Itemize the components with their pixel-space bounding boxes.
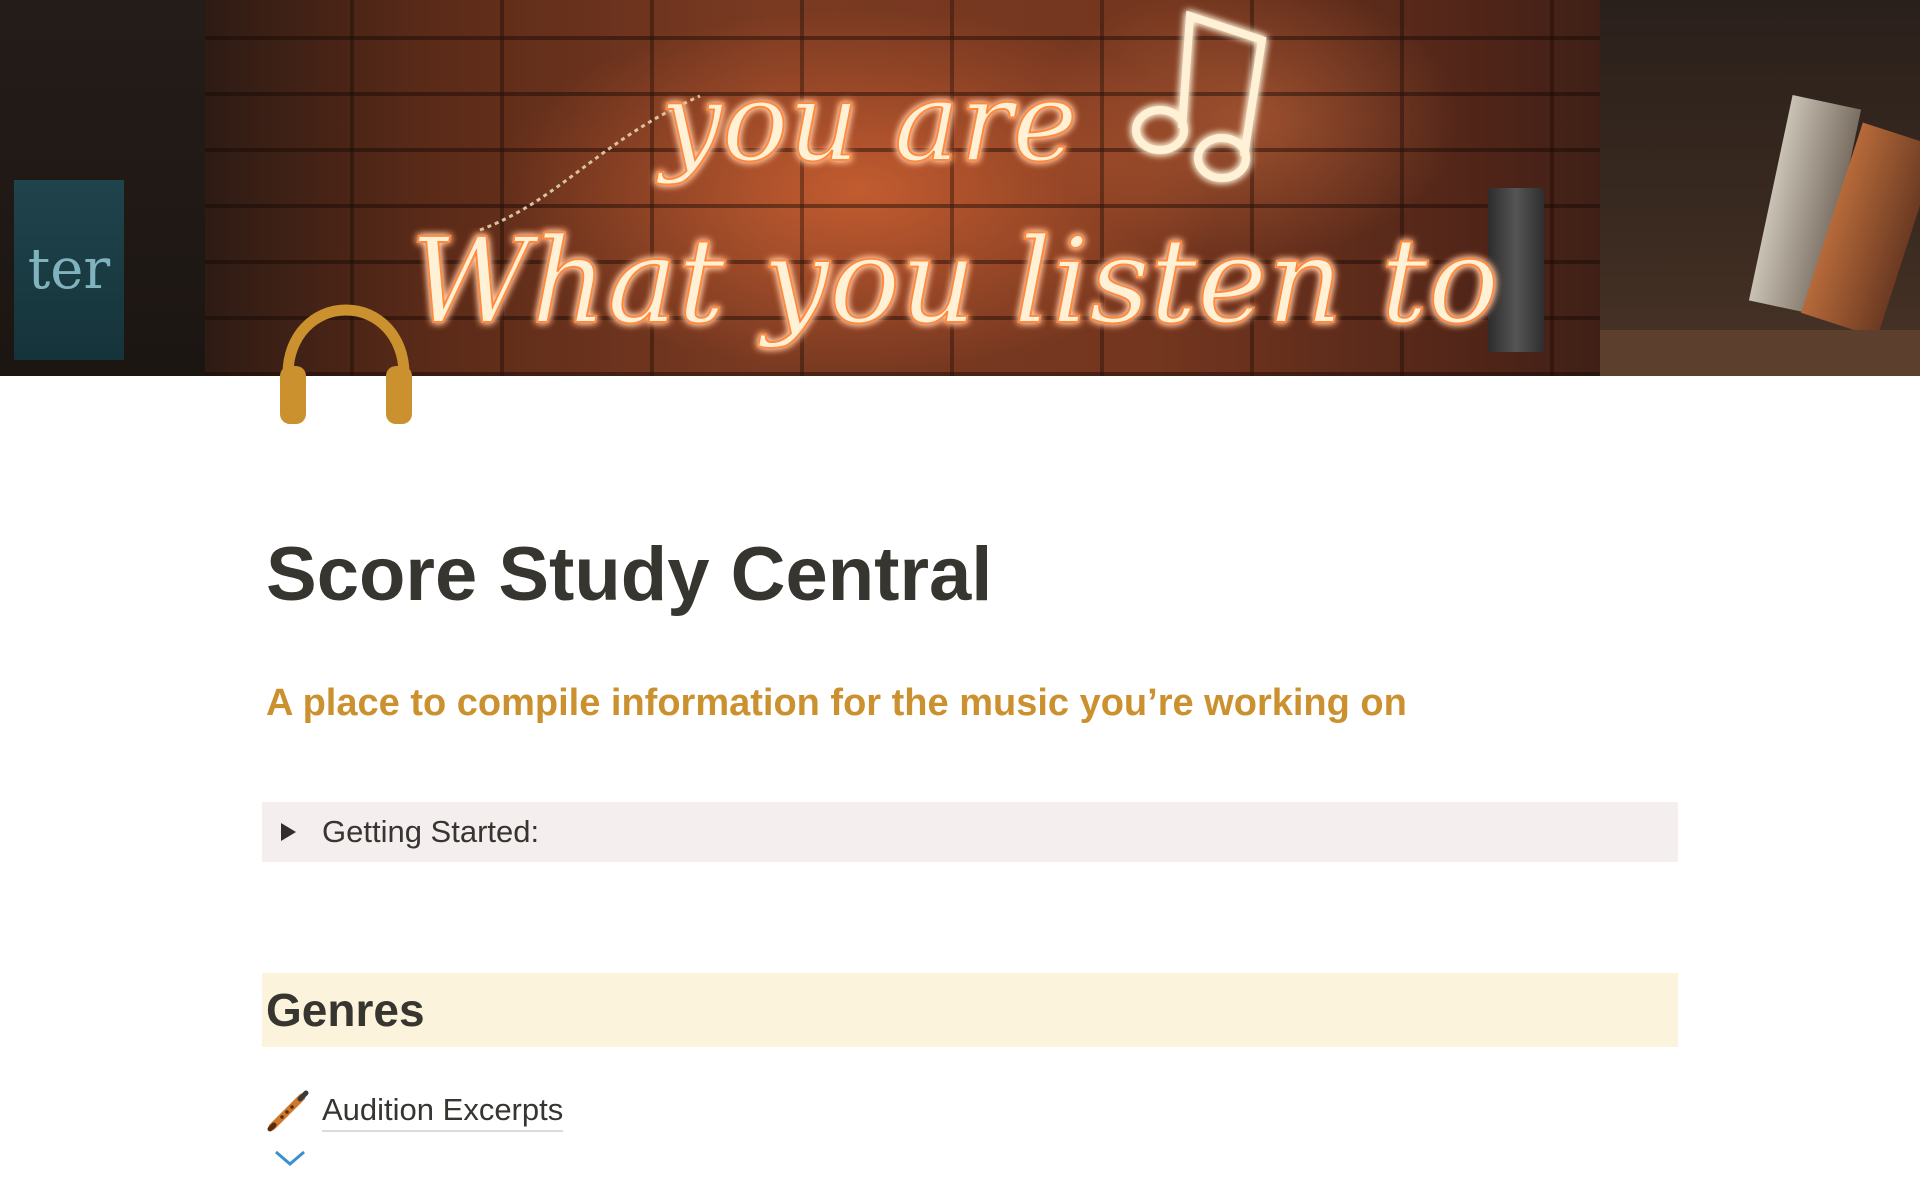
genres-heading-block: Genres xyxy=(262,973,1678,1047)
page-link-label[interactable]: Audition Excerpts xyxy=(322,1090,564,1132)
page-icon xyxy=(275,1150,305,1166)
page-link-next-partial[interactable] xyxy=(272,1148,308,1188)
page-link-audition-excerpts[interactable]: Audition Excerpts xyxy=(266,1086,564,1136)
music-note-icon xyxy=(1132,10,1267,182)
genres-heading[interactable]: Genres xyxy=(266,983,425,1037)
triangle-right-icon[interactable] xyxy=(278,822,298,842)
notion-page: ter you are What you listen to Score Stu… xyxy=(0,0,1920,1200)
headphones-icon[interactable] xyxy=(276,302,416,426)
cover-neon-line1: you are xyxy=(655,58,1077,186)
flute-icon xyxy=(266,1089,310,1133)
page-subtitle[interactable]: A place to compile information for the m… xyxy=(266,678,1407,728)
toggle-getting-started[interactable]: Getting Started: xyxy=(262,802,1678,862)
page-title[interactable]: Score Study Central xyxy=(266,530,992,620)
toggle-label[interactable]: Getting Started: xyxy=(322,814,539,850)
cover-neon-line2: What you listen to xyxy=(410,212,1499,350)
